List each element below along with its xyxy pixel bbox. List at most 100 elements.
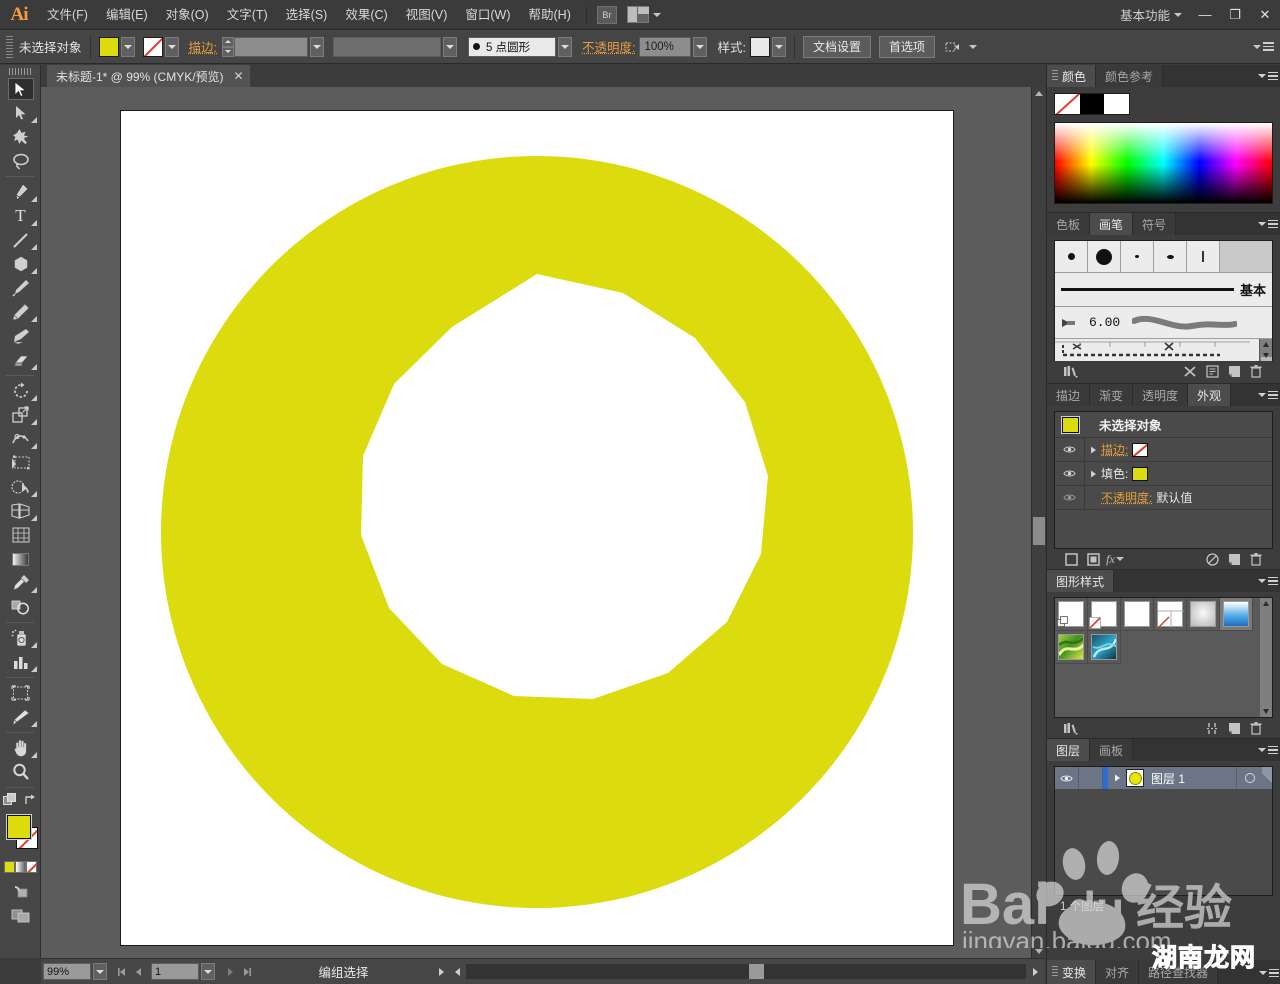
tab-color[interactable]: 颜色 <box>1047 65 1096 87</box>
hand-tool[interactable] <box>0 736 41 760</box>
add-new-stroke-icon[interactable] <box>1060 550 1082 568</box>
canvas-vertical-scrollbar[interactable] <box>1031 87 1045 958</box>
remove-brush-stroke-icon[interactable] <box>1179 362 1201 380</box>
zoom-dropdown-button[interactable] <box>93 963 107 980</box>
flyout-indicator[interactable] <box>31 244 37 250</box>
brush-row-basic[interactable]: 基本 <box>1055 273 1272 307</box>
artboard[interactable] <box>120 110 954 946</box>
fill-color-swatch[interactable] <box>7 815 31 839</box>
next-artboard-button[interactable] <box>221 963 238 980</box>
restore-button[interactable]: ❐ <box>1220 0 1250 30</box>
stroke-weight-stepper[interactable] <box>222 37 234 57</box>
panel-grip[interactable] <box>1052 70 1058 82</box>
appearance-fill-swatch[interactable] <box>1132 467 1148 481</box>
menu-type[interactable]: 文字(T) <box>218 0 277 30</box>
tab-color-guide[interactable]: 颜色参考 <box>1096 65 1163 87</box>
brush-options-icon[interactable] <box>1201 362 1223 380</box>
color-spectrum-picker[interactable] <box>1054 122 1273 204</box>
visibility-toggle[interactable] <box>1055 462 1085 485</box>
tab-transform[interactable]: 变换 <box>1047 960 1096 984</box>
close-icon[interactable]: ✕ <box>234 69 244 83</box>
blob-brush-tool[interactable] <box>0 324 41 348</box>
gradient-button[interactable] <box>15 861 26 873</box>
artboard-dropdown-button[interactable] <box>201 963 215 980</box>
appearance-row-stroke[interactable]: 描边: <box>1055 438 1272 462</box>
transform-flyout[interactable] <box>945 40 977 54</box>
brush-item[interactable] <box>1121 241 1154 272</box>
layer-expand-arrow[interactable] <box>1108 774 1126 782</box>
stroke-profile-dropdown[interactable] <box>443 37 457 57</box>
free-transform-tool[interactable] <box>0 451 41 475</box>
line-segment-tool[interactable] <box>0 228 41 252</box>
preferences-button[interactable]: 首选项 <box>879 36 935 58</box>
layer-list[interactable]: 图层 1 <box>1054 766 1273 896</box>
tab-transparency[interactable]: 透明度 <box>1133 384 1188 406</box>
last-artboard-button[interactable] <box>238 963 255 980</box>
vertical-scroll-thumb[interactable] <box>1033 517 1045 545</box>
flyout-indicator[interactable] <box>31 419 37 425</box>
tab-gradient[interactable]: 渐变 <box>1090 384 1133 406</box>
tab-stroke[interactable]: 描边 <box>1047 384 1090 406</box>
stroke-label[interactable]: 描边: <box>189 37 217 56</box>
screen-mode-button[interactable] <box>0 879 41 903</box>
horizontal-scrollbar[interactable] <box>466 964 1026 979</box>
add-new-fill-icon[interactable] <box>1082 550 1104 568</box>
flyout-indicator[interactable] <box>31 117 37 123</box>
pen-tool[interactable] <box>0 180 41 204</box>
layer-target-indicator[interactable] <box>1236 767 1262 789</box>
duplicate-item-icon[interactable] <box>1223 550 1245 568</box>
pencil-tool[interactable] <box>0 300 41 324</box>
zoom-tool[interactable] <box>0 760 41 784</box>
menu-view[interactable]: 视图(V) <box>397 0 457 30</box>
flyout-indicator[interactable] <box>31 587 37 593</box>
opacity-label[interactable]: 不透明度: <box>582 37 635 56</box>
stroke-color-control[interactable] <box>143 37 179 57</box>
shape-builder-tool[interactable] <box>0 475 41 499</box>
delete-item-icon[interactable] <box>1245 550 1267 568</box>
width-tool[interactable] <box>0 427 41 451</box>
scroll-down-icon[interactable] <box>1263 353 1269 358</box>
tab-graphic-styles[interactable]: 图形样式 <box>1047 570 1114 592</box>
slice-tool[interactable] <box>0 705 41 729</box>
flyout-indicator[interactable] <box>31 491 37 497</box>
opacity-input[interactable]: 100% <box>639 37 691 57</box>
graphic-style-item[interactable] <box>1055 631 1088 664</box>
layer-row[interactable]: 图层 1 <box>1055 767 1272 789</box>
swap-fill-stroke-icon[interactable] <box>24 794 37 807</box>
brush-row-size[interactable]: 6.00 <box>1055 307 1272 339</box>
tab-brushes[interactable]: 画笔 <box>1090 213 1133 235</box>
menu-help[interactable]: 帮助(H) <box>520 0 580 30</box>
graphic-style-item[interactable] <box>1088 598 1121 631</box>
flyout-indicator[interactable] <box>31 666 37 672</box>
blend-tool[interactable] <box>0 595 41 619</box>
tools-panel-grip[interactable] <box>9 68 31 75</box>
graphic-style-item[interactable] <box>1121 598 1154 631</box>
magic-wand-tool[interactable] <box>0 125 41 149</box>
flyout-indicator[interactable] <box>31 395 37 401</box>
add-new-effect-icon[interactable]: fx <box>1104 550 1126 568</box>
eyedropper-tool[interactable] <box>0 571 41 595</box>
flyout-indicator[interactable] <box>31 364 37 370</box>
layer-lock-toggle[interactable] <box>1079 767 1103 789</box>
graphic-styles-list[interactable] <box>1054 597 1273 718</box>
graphic-style-item-selected[interactable] <box>1220 598 1253 631</box>
brushes-panel-menu-button[interactable] <box>1258 217 1276 231</box>
scroll-up-icon[interactable] <box>1263 601 1269 606</box>
expand-arrow[interactable] <box>1085 470 1101 478</box>
stepper-down[interactable] <box>222 47 234 57</box>
canvas-area[interactable] <box>41 87 1037 958</box>
flyout-indicator[interactable] <box>31 316 37 322</box>
scroll-down-icon[interactable] <box>1035 949 1043 954</box>
break-link-icon[interactable] <box>1201 719 1223 737</box>
delete-brush-icon[interactable] <box>1245 362 1267 380</box>
horizontal-scroll-thumb[interactable] <box>749 964 764 979</box>
brush-definition-dropdown[interactable] <box>558 37 572 57</box>
appearance-row-opacity[interactable]: 不透明度: 默认值 <box>1055 486 1272 510</box>
donut-shape[interactable] <box>161 156 913 908</box>
menu-effect[interactable]: 效果(C) <box>336 0 396 30</box>
minimize-button[interactable]: — <box>1190 0 1220 30</box>
fill-dropdown-button[interactable] <box>121 37 135 57</box>
delete-style-icon[interactable] <box>1245 719 1267 737</box>
clear-appearance-icon[interactable] <box>1201 550 1223 568</box>
flyout-indicator[interactable] <box>31 196 37 202</box>
